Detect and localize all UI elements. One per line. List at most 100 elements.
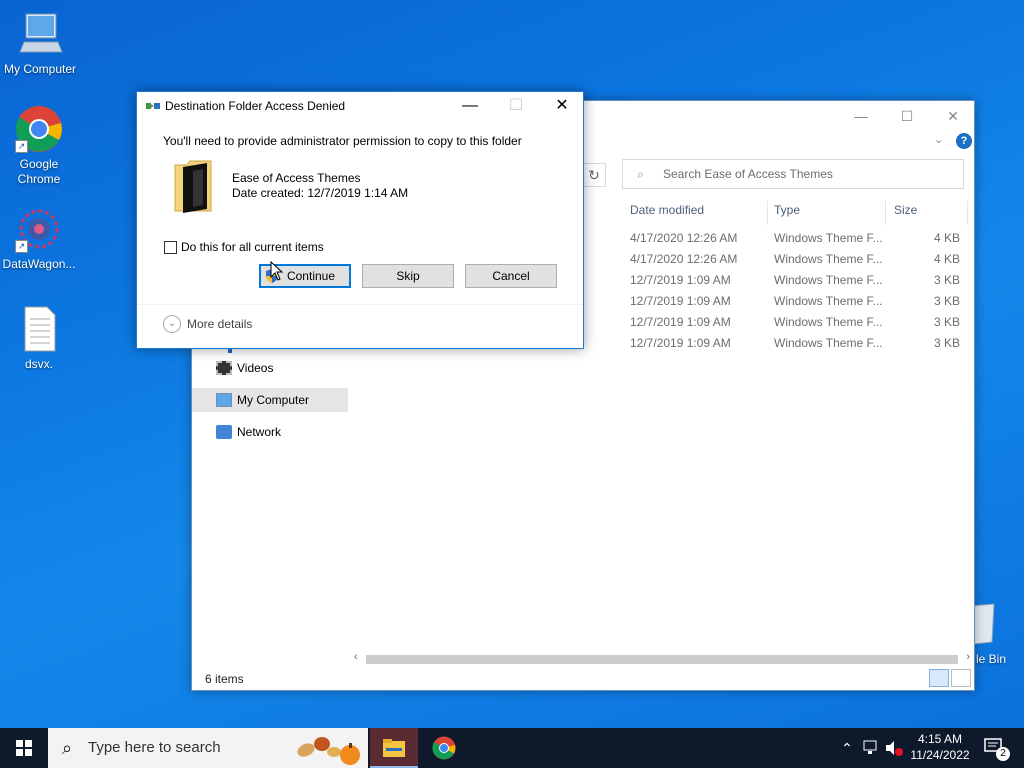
refresh-button[interactable]: ↻ (582, 163, 606, 187)
nav-item-label: Videos (237, 361, 274, 375)
start-button[interactable] (0, 728, 48, 768)
folder-icon (174, 160, 212, 213)
ribbon-expand-icon[interactable]: ⌄ (934, 133, 943, 146)
status-item-count: 6 items (205, 672, 244, 686)
network-status-icon[interactable] (862, 728, 882, 768)
nav-item-label: Network (237, 425, 282, 439)
notification-count-badge: 2 (996, 747, 1010, 761)
file-row[interactable]: 12/7/2019 1:09 AM Windows Theme F... 3 K… (622, 336, 962, 357)
column-header-type[interactable]: Type (766, 201, 886, 225)
minimize-button[interactable]: — (447, 92, 493, 120)
access-denied-dialog[interactable]: Destination Folder Access Denied — ☐ ✕ Y… (136, 91, 584, 349)
file-date: 12/7/2019 1:09 AM (630, 336, 731, 350)
mouse-cursor-icon (270, 261, 284, 281)
taskbar-file-explorer[interactable] (370, 728, 418, 768)
copy-folder-icon (146, 103, 160, 109)
desktop-icon-recycle-bin[interactable]: le Bin (968, 600, 1024, 670)
file-row[interactable]: 12/7/2019 1:09 AM Windows Theme F... 3 K… (622, 315, 962, 336)
file-row[interactable]: 12/7/2019 1:09 AM Windows Theme F... 3 K… (622, 294, 962, 315)
scroll-right-icon[interactable]: › (966, 651, 970, 663)
nav-item-my-computer[interactable]: My Computer (192, 388, 348, 412)
horizontal-scrollbar[interactable]: ‹ › (352, 651, 972, 665)
file-type: Windows Theme F... (774, 336, 883, 350)
more-details-label: More details (187, 317, 253, 331)
skip-button[interactable]: Skip (362, 264, 454, 288)
desktop-icon-label: My Computer (3, 62, 77, 76)
file-date: 12/7/2019 1:09 AM (630, 294, 731, 308)
file-size: 3 KB (933, 315, 960, 329)
file-size: 3 KB (933, 273, 960, 287)
file-type: Windows Theme F... (774, 252, 883, 266)
chrome-icon (432, 736, 456, 760)
action-center-button[interactable]: 2 (980, 728, 1020, 768)
dialog-title: Destination Folder Access Denied (165, 99, 346, 113)
large-icons-view-button[interactable] (951, 669, 971, 687)
close-button[interactable]: ✕ (930, 103, 976, 129)
nav-item-label: My Computer (237, 393, 310, 407)
file-row[interactable]: 4/17/2020 12:26 AM Windows Theme F... 4 … (622, 252, 962, 273)
file-type: Windows Theme F... (774, 273, 883, 287)
chrome-icon: ↗ (15, 105, 63, 153)
nav-pane-scroll-marker (228, 349, 232, 353)
clock-date: 11/24/2022 (910, 748, 970, 762)
text-file-icon (15, 305, 63, 353)
clock-time: 4:15 AM (917, 732, 963, 746)
scroll-left-icon[interactable]: ‹ (354, 651, 358, 663)
search-icon: ⌕ (62, 738, 73, 758)
file-type: Windows Theme F... (774, 294, 883, 308)
maximize-button: ☐ (508, 97, 524, 114)
apply-to-all-label[interactable]: Do this for all current items (181, 240, 324, 254)
continue-button-label: Continue (286, 269, 336, 283)
shortcut-arrow-icon: ↗ (15, 240, 28, 253)
desktop-icon-dsvx-file[interactable]: dsvx. (0, 305, 79, 372)
help-icon[interactable]: ? (956, 133, 972, 149)
nav-item-network[interactable]: Network (192, 420, 348, 444)
nav-item-videos[interactable]: Videos (192, 356, 348, 380)
more-details-toggle[interactable]: ⌄ More details (163, 315, 253, 333)
file-date: 12/7/2019 1:09 AM (630, 315, 731, 329)
search-icon: ⌕ (637, 167, 644, 181)
desktop-icon-label: Google Chrome (17, 157, 61, 186)
search-input[interactable]: ⌕ Search Ease of Access Themes (622, 159, 964, 189)
desktop-icon-datawagon[interactable]: ↗ DataWagon... (0, 205, 79, 272)
file-date: 4/17/2020 12:26 AM (630, 252, 738, 266)
column-header-size[interactable]: Size (886, 201, 968, 225)
folder-name: Ease of Access Themes (232, 171, 361, 185)
taskbar-clock[interactable]: 4:15 AM 11/24/2022 (905, 731, 975, 763)
folder-icon (383, 739, 405, 757)
file-size: 4 KB (933, 231, 960, 245)
dialog-message: You'll need to provide administrator per… (163, 134, 522, 148)
datawagon-icon: ↗ (15, 205, 63, 253)
windows-logo-icon (16, 740, 32, 756)
file-size: 4 KB (933, 252, 960, 266)
taskbar-search-placeholder: Type here to search (88, 739, 221, 756)
maximize-button[interactable]: ☐ (884, 103, 930, 129)
close-button[interactable]: ✕ (539, 92, 585, 120)
desktop-icon-my-computer[interactable]: My Computer (0, 10, 80, 77)
file-size: 3 KB (933, 294, 960, 308)
desktop-icon-label: DataWagon... (2, 257, 76, 271)
file-type: Windows Theme F... (774, 315, 883, 329)
cancel-button[interactable]: Cancel (465, 264, 557, 288)
apply-to-all-checkbox[interactable] (164, 241, 177, 254)
network-icon (216, 425, 232, 439)
file-date: 12/7/2019 1:09 AM (630, 273, 731, 287)
file-date: 4/17/2020 12:26 AM (630, 231, 738, 245)
minimize-button[interactable]: — (838, 103, 884, 129)
column-header-date-modified[interactable]: Date modified (622, 201, 768, 225)
taskbar-search-input[interactable]: ⌕ Type here to search (48, 728, 368, 768)
file-size: 3 KB (933, 336, 960, 350)
file-row[interactable]: 12/7/2019 1:09 AM Windows Theme F... 3 K… (622, 273, 962, 294)
file-type: Windows Theme F... (774, 231, 883, 245)
autumn-leaves-icon (297, 737, 360, 765)
taskbar-chrome[interactable] (420, 728, 468, 768)
scrollbar-thumb[interactable] (366, 655, 958, 664)
monitor-icon (16, 10, 64, 58)
desktop-icon-google-chrome[interactable]: ↗ Google Chrome (0, 105, 79, 187)
file-row[interactable]: 4/17/2020 12:26 AM Windows Theme F... 4 … (622, 231, 962, 252)
volume-muted-icon[interactable] (884, 728, 904, 768)
folder-date-created: Date created: 12/7/2019 1:14 AM (232, 186, 409, 200)
tray-chevron-up-icon[interactable]: ⌃ (838, 728, 856, 768)
chevron-down-icon: ⌄ (163, 315, 181, 333)
details-view-button[interactable] (929, 669, 949, 687)
